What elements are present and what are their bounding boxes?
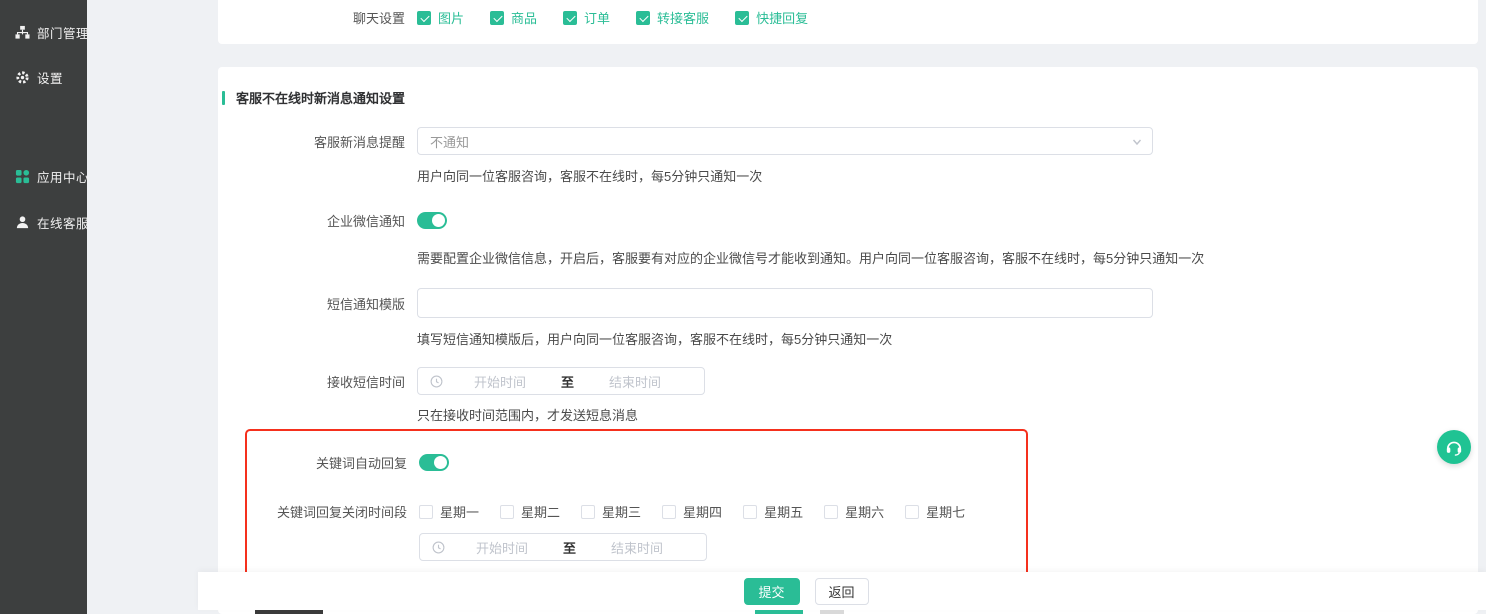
section-title: 客服不在线时新消息通知设置 — [236, 88, 405, 107]
sitemap-icon — [15, 25, 30, 40]
wecom-notify-help: 需要配置企业微信信息，开启后，客服要有对应的企业微信号才能收到通知。用户向同一位… — [417, 248, 1478, 267]
sidebar-item-departments[interactable]: 部门管理 — [0, 20, 87, 44]
end-time-placeholder: 结束时间 — [580, 538, 694, 557]
checkbox-checked-icon[interactable] — [563, 11, 577, 25]
keyword-time-range-picker[interactable]: 开始时间 至 结束时间 — [419, 533, 707, 561]
headset-icon — [1444, 437, 1464, 457]
bottom-edge-fragment — [755, 610, 803, 614]
chat-option-image[interactable]: 图片 — [417, 8, 464, 27]
chat-option-quick-reply[interactable]: 快捷回复 — [735, 8, 808, 27]
footer-action-bar: 提交 返回 — [198, 572, 1486, 610]
new-msg-alert-select[interactable]: 不通知 — [417, 127, 1153, 155]
checkbox-unchecked-icon[interactable] — [905, 505, 919, 519]
range-separator: 至 — [557, 372, 578, 391]
page: 部门管理 设置 应用中心 在线客服 — [0, 0, 1486, 614]
weekday-friday[interactable]: 星期五 — [743, 502, 803, 521]
new-msg-alert-help: 用户向同一位客服咨询，客服不在线时，每5分钟只通知一次 — [417, 166, 1478, 185]
new-msg-alert-label: 客服新消息提醒 — [218, 132, 417, 151]
weekday-monday[interactable]: 星期一 — [419, 502, 479, 521]
sidebar: 部门管理 设置 应用中心 在线客服 — [0, 0, 87, 614]
back-button[interactable]: 返回 — [815, 578, 869, 605]
checkbox-checked-icon[interactable] — [636, 11, 650, 25]
weekday-checkbox-group: 星期一 星期二 星期三 星期四 — [419, 502, 965, 521]
chat-settings-options: 图片 商品 订单 转接客服 快捷回复 — [417, 8, 808, 27]
sms-template-label: 短信通知模版 — [218, 294, 417, 313]
sidebar-item-label: 应用中心 — [37, 167, 89, 186]
sms-template-input[interactable] — [417, 288, 1153, 318]
checkbox-checked-icon[interactable] — [417, 11, 431, 25]
checkbox-unchecked-icon[interactable] — [419, 505, 433, 519]
gear-icon — [15, 70, 30, 85]
keyword-auto-reply-label: 关键词自动回复 — [247, 453, 419, 472]
end-time-placeholder: 结束时间 — [578, 372, 692, 391]
weekday-tuesday[interactable]: 星期二 — [500, 502, 560, 521]
submit-button[interactable]: 提交 — [744, 578, 800, 605]
chevron-down-icon — [1132, 137, 1142, 147]
chat-settings-card: 聊天设置 图片 商品 订单 转接客服 — [218, 0, 1478, 44]
clock-icon — [432, 541, 445, 554]
keyword-close-period-label: 关键词回复关闭时间段 — [247, 502, 419, 521]
sidebar-item-label: 部门管理 — [37, 23, 89, 42]
section-accent-bar — [222, 91, 225, 105]
sidebar-item-app-center[interactable]: 应用中心 — [0, 164, 87, 188]
chat-option-order[interactable]: 订单 — [563, 8, 610, 27]
apps-grid-icon — [15, 169, 30, 184]
user-icon — [15, 215, 30, 230]
checkbox-unchecked-icon[interactable] — [662, 505, 676, 519]
start-time-placeholder: 开始时间 — [445, 538, 559, 557]
checkbox-checked-icon[interactable] — [490, 11, 504, 25]
toggle-knob — [432, 214, 445, 227]
wecom-notify-label: 企业微信通知 — [218, 211, 417, 230]
sidebar-item-online-service[interactable]: 在线客服 — [0, 210, 87, 234]
chat-option-transfer[interactable]: 转接客服 — [636, 8, 709, 27]
clock-icon — [430, 375, 443, 388]
section-header: 客服不在线时新消息通知设置 — [222, 88, 1478, 107]
keyword-auto-reply-toggle[interactable] — [419, 454, 449, 471]
offline-notify-card: 客服不在线时新消息通知设置 客服新消息提醒 不通知 用户向同一位客服咨询，客服不… — [218, 67, 1478, 614]
sms-time-range-picker[interactable]: 开始时间 至 结束时间 — [417, 367, 705, 395]
bottom-edge-fragment — [820, 610, 844, 614]
sidebar-item-label: 设置 — [37, 68, 63, 87]
checkbox-unchecked-icon[interactable] — [581, 505, 595, 519]
sms-template-help: 填写短信通知模版后，用户向同一位客服咨询，客服不在线时，每5分钟只通知一次 — [417, 329, 1478, 348]
checkbox-checked-icon[interactable] — [735, 11, 749, 25]
wecom-notify-toggle[interactable] — [417, 212, 447, 229]
sms-time-help: 只在接收时间范围内，才发送短息消息 — [417, 405, 1478, 424]
weekday-saturday[interactable]: 星期六 — [824, 502, 884, 521]
weekday-sunday[interactable]: 星期七 — [905, 502, 965, 521]
customer-service-float-button[interactable] — [1437, 430, 1471, 464]
keyword-reply-highlight-box: 关键词自动回复 关键词回复关闭时间段 星期一 星期二 星期 — [245, 429, 1028, 579]
start-time-placeholder: 开始时间 — [443, 372, 557, 391]
bottom-edge-fragment — [255, 610, 323, 614]
range-separator: 至 — [559, 538, 580, 557]
select-value: 不通知 — [430, 132, 469, 151]
weekday-wednesday[interactable]: 星期三 — [581, 502, 641, 521]
chat-option-product[interactable]: 商品 — [490, 8, 537, 27]
sidebar-item-settings[interactable]: 设置 — [0, 65, 87, 89]
toggle-knob — [434, 456, 447, 469]
weekday-thursday[interactable]: 星期四 — [662, 502, 722, 521]
sidebar-item-label: 在线客服 — [37, 213, 89, 232]
chat-settings-label: 聊天设置 — [218, 8, 417, 27]
sms-time-label: 接收短信时间 — [218, 372, 417, 391]
checkbox-unchecked-icon[interactable] — [743, 505, 757, 519]
checkbox-unchecked-icon[interactable] — [824, 505, 838, 519]
checkbox-unchecked-icon[interactable] — [500, 505, 514, 519]
